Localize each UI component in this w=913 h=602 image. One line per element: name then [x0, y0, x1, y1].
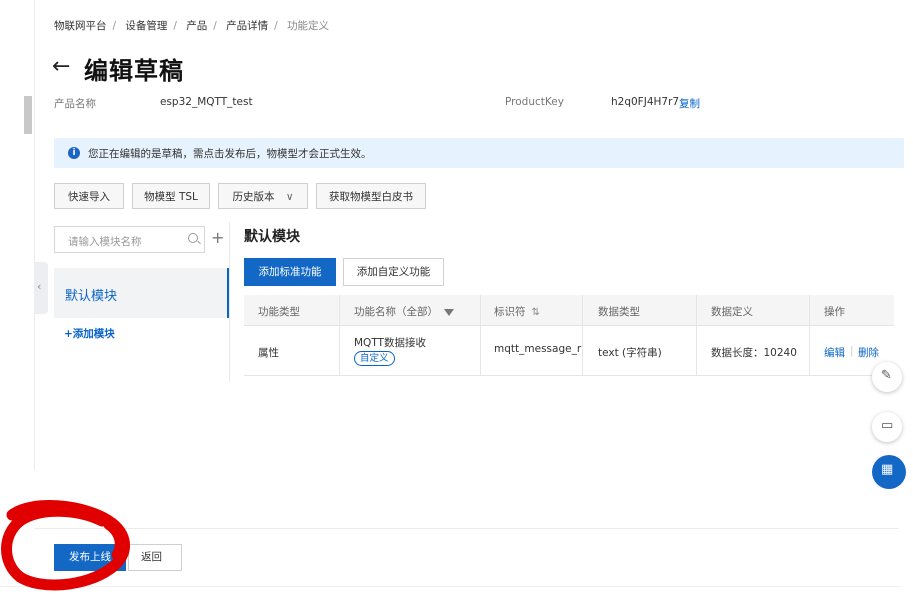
filter-icon[interactable]: [444, 308, 454, 316]
float-feedback-button[interactable]: ▭: [872, 412, 902, 442]
left-rail: [34, 0, 35, 470]
pencil-icon: ✎: [881, 368, 892, 383]
draft-notice: i 您正在编辑的是草稿，需点击发布后，物模型才会正式生效。: [54, 138, 904, 168]
add-standard-function-button[interactable]: 添加标准功能: [244, 258, 336, 286]
quick-import-button[interactable]: 快速导入: [54, 183, 124, 209]
sidebar-item-default-module[interactable]: 默认模块: [54, 268, 229, 318]
comment-icon: ▭: [881, 418, 894, 433]
bottom-divider: [0, 586, 900, 587]
delete-link[interactable]: 删除: [858, 345, 879, 360]
sidebar-item-label: 默认模块: [65, 289, 118, 304]
page-title: 编辑草稿: [84, 57, 184, 85]
cell-definition: 数据长度：10240: [711, 347, 797, 359]
breadcrumb: 物联网平台 / 设备管理 / 产品 / 产品详情 / 功能定义: [54, 20, 330, 32]
publish-button[interactable]: 发布上线: [54, 544, 126, 571]
search-placeholder: 请输入模块名称: [68, 236, 142, 248]
copy-link[interactable]: 复制: [679, 96, 700, 111]
plus-icon[interactable]: +: [211, 228, 224, 247]
column-header: 数据类型: [598, 306, 640, 318]
cell-type: 属性: [258, 347, 279, 359]
tsl-button[interactable]: 物模型 TSL: [132, 183, 210, 209]
history-version-label: 历史版本: [232, 191, 275, 203]
back-button[interactable]: 返回: [128, 544, 182, 571]
whitepaper-button[interactable]: 获取物模型白皮书: [316, 183, 426, 209]
product-key-value: h2q0FJ4H7r7: [611, 96, 680, 108]
custom-tag: 自定义: [354, 351, 395, 366]
sort-icon[interactable]: ⇅: [532, 307, 540, 318]
divider: [229, 222, 230, 382]
footer-divider: [34, 528, 899, 529]
breadcrumb-item[interactable]: 设备管理: [125, 20, 167, 32]
breadcrumb-item[interactable]: 物联网平台: [54, 20, 107, 32]
notice-text: 您正在编辑的是草稿，需点击发布后，物模型才会正式生效。: [88, 148, 372, 160]
chevron-left-icon: ‹: [37, 280, 42, 293]
table-row: 属性 MQTT数据接收 自定义 mqtt_message_r text (字符串…: [244, 326, 894, 376]
column-header: 操作: [824, 306, 845, 318]
table-header: 功能类型 功能名称（全部） 标识符 ⇅ 数据类型 数据定义 操作: [244, 295, 894, 326]
add-module-link[interactable]: +添加模块: [64, 326, 115, 341]
column-header: 数据定义: [711, 306, 753, 318]
section-title: 默认模块: [244, 229, 300, 245]
arrow-left-icon[interactable]: ←: [52, 54, 70, 80]
edit-link[interactable]: 编辑: [824, 345, 845, 360]
scrollbar-thumb[interactable]: [24, 96, 32, 134]
column-header-identifier[interactable]: 标识符 ⇅: [494, 304, 540, 319]
module-search-input[interactable]: 请输入模块名称: [54, 226, 205, 253]
product-key-label: ProductKey: [505, 96, 564, 108]
add-custom-function-button[interactable]: 添加自定义功能: [343, 258, 444, 286]
float-edit-button[interactable]: ✎: [872, 362, 902, 392]
sidebar-collapse-toggle[interactable]: ‹: [34, 262, 48, 314]
cell-identifier: mqtt_message_r: [494, 343, 582, 355]
breadcrumb-item[interactable]: 产品: [186, 20, 207, 32]
info-icon: i: [68, 147, 80, 159]
column-header: 功能类型: [258, 306, 300, 318]
float-apps-button[interactable]: ▦: [872, 455, 906, 489]
chevron-down-icon: ∨: [285, 191, 294, 203]
breadcrumb-current: 功能定义: [287, 20, 330, 32]
cell-data-type: text (字符串): [598, 347, 662, 359]
search-icon[interactable]: [188, 233, 198, 243]
history-version-dropdown[interactable]: 历史版本 ∨: [218, 183, 308, 209]
product-name-label: 产品名称: [54, 98, 96, 110]
grid-icon: ▦: [881, 462, 894, 477]
cell-name: MQTT数据接收: [354, 337, 426, 349]
column-header-name[interactable]: 功能名称（全部）: [354, 304, 454, 319]
breadcrumb-item[interactable]: 产品详情: [226, 20, 268, 32]
product-name-value: esp32_MQTT_test: [160, 96, 253, 108]
